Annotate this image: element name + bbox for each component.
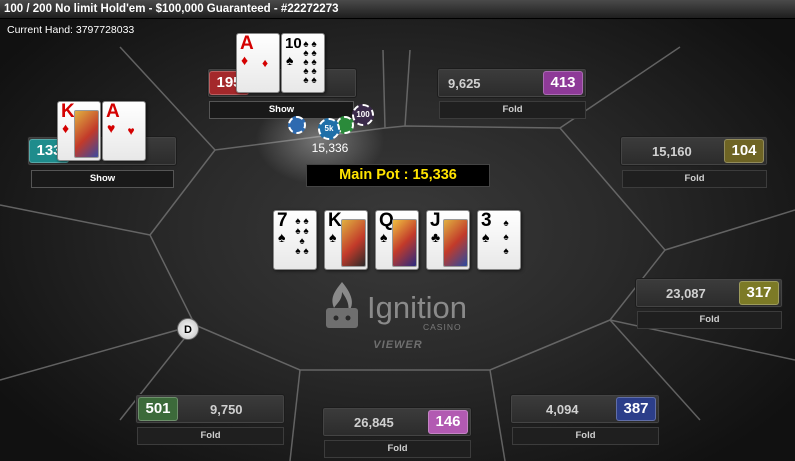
- pot-chips-amount: 15,336: [311, 141, 349, 155]
- seat-status: Fold: [137, 427, 284, 445]
- board-card: K ♠: [324, 210, 368, 270]
- hole-card: K ♦: [57, 101, 101, 161]
- seat-badge: 104: [724, 139, 764, 163]
- casino-logo-subtitle: CASINO: [423, 322, 462, 332]
- ignition-logo-text: Ignition: [367, 290, 467, 325]
- seat-status: Fold: [439, 101, 586, 119]
- viewer-label: VIEWER: [373, 339, 423, 351]
- board-card: 3 ♠ ♠ ♠ ♠: [477, 210, 521, 270]
- seat-stack: 4,094: [546, 402, 579, 417]
- seat-stack: 23,087: [666, 286, 706, 301]
- chip-icon: 100: [352, 104, 374, 126]
- board-card: 7 ♠ ♠ ♠ ♠ ♠ ♠ ♠ ♠: [273, 210, 317, 270]
- chip-icon: 5k: [318, 118, 340, 140]
- seat-stack: 26,845: [354, 415, 394, 430]
- seat-badge: 387: [616, 397, 656, 421]
- seat-badge: 146: [428, 410, 468, 434]
- hole-card: A ♦ ♦: [236, 33, 280, 93]
- poker-table-viewer: 100 / 200 No limit Hold'em - $100,000 Gu…: [0, 0, 795, 461]
- board-card: Q ♠: [375, 210, 419, 270]
- hole-card: 10 ♠ ♠ ♠ ♠ ♠ ♠ ♠ ♠ ♠ ♠ ♠: [281, 33, 325, 93]
- hole-card: A ♥ ♥: [102, 101, 146, 161]
- seat-status: Show: [209, 101, 354, 119]
- seat-status: Show: [31, 170, 174, 188]
- seat-badge: 501: [138, 397, 178, 421]
- seat-stack: 9,625: [448, 76, 481, 91]
- seat-status: Fold: [622, 170, 767, 188]
- seat-status: Fold: [512, 427, 659, 445]
- dealer-button: D: [177, 318, 199, 340]
- seat-badge: 413: [543, 71, 583, 95]
- chip-icon: [288, 116, 306, 134]
- seat-status: Fold: [637, 311, 782, 329]
- seat-stack: 9,750: [210, 402, 243, 417]
- seat-status: Fold: [324, 440, 471, 458]
- board-card: J ♣: [426, 210, 470, 270]
- seat-stack: 15,160: [652, 144, 692, 159]
- seat-badge: 317: [739, 281, 779, 305]
- main-pot-label: Main Pot : 15,336: [306, 164, 490, 187]
- ignition-logo-icon: [326, 282, 358, 328]
